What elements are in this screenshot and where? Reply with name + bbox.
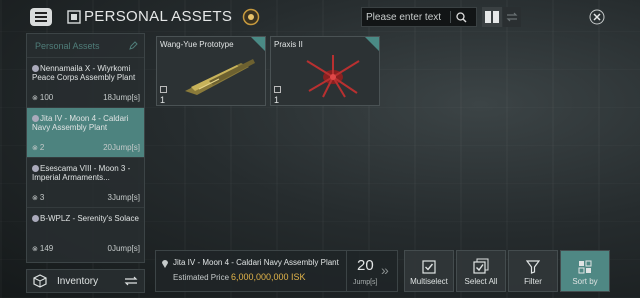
route-button[interactable]: 20 Jump[s] » <box>346 250 398 292</box>
location-item[interactable]: Nennamaila X - Wiyrkomi Peace Corps Asse… <box>27 58 144 108</box>
filter-button[interactable]: Filter <box>508 250 558 292</box>
multiselect-button[interactable]: Multiselect <box>404 250 454 292</box>
spider-ship-icon <box>306 55 360 98</box>
search-icon <box>455 11 466 22</box>
location-item[interactable]: B-WPLZ - Serenity's Solace 149 0Jump[s] <box>27 208 144 258</box>
assets-icon <box>67 10 81 24</box>
grid-view-toggle[interactable] <box>482 7 502 27</box>
search-box <box>361 7 477 27</box>
multiselect-label: Multiselect <box>410 277 448 286</box>
search-input[interactable] <box>362 11 450 23</box>
item-count: 2 <box>32 143 44 152</box>
inventory-button[interactable]: Inventory <box>26 269 145 293</box>
jump-count: 18Jump[s] <box>103 93 140 102</box>
location-name: Jita IV - Moon 4 - Caldari Navy Assembly… <box>32 114 129 132</box>
item-count: 149 <box>32 244 53 253</box>
station-icon <box>32 215 39 223</box>
asset-card[interactable]: Praxis II 1 <box>270 36 380 106</box>
item-count: 100 <box>32 93 53 102</box>
inventory-label: Inventory <box>57 275 99 287</box>
grid-view-icon <box>485 11 499 23</box>
location-item-selected[interactable]: Jita IV - Moon 4 - Caldari Navy Assembly… <box>27 108 144 158</box>
quantity-icon <box>274 86 281 93</box>
price-label: Estimated Price <box>173 273 230 282</box>
swap-icon <box>124 276 138 286</box>
quantity-icon <box>160 86 167 93</box>
select-all-button[interactable]: Select All <box>456 250 506 292</box>
select-all-icon <box>473 258 489 274</box>
sidebar-header: Personal Assets <box>27 34 144 58</box>
location-item[interactable]: Esescama VIII - Moon 3 - Imperial Armame… <box>27 158 144 208</box>
jumps-unit: Jump[s] <box>353 279 378 286</box>
sidebar-heading: Personal Assets <box>35 40 100 51</box>
inventory-icon <box>33 274 47 288</box>
item-count: 3 <box>32 193 44 202</box>
jumps-value: 20 <box>357 257 374 274</box>
jump-count: 3Jump[s] <box>107 193 140 202</box>
asset-quantity: 1 <box>160 95 166 105</box>
top-bar: PERSONAL ASSETS <box>0 0 640 34</box>
station-icon <box>32 165 39 173</box>
price-value: 6,000,000,000 ISK <box>231 272 306 282</box>
sort-by-button[interactable]: Sort by <box>560 250 610 292</box>
chevron-right-icon: » <box>381 262 389 278</box>
filter-icon <box>526 260 540 274</box>
location-name: Esescama VIII - Moon 3 - Imperial Armame… <box>32 164 131 182</box>
location-name: Nennamaila X - Wiyrkomi Peace Corps Asse… <box>32 64 136 82</box>
asset-card[interactable]: Wang-Yue Prototype 1 <box>156 36 266 106</box>
search-button[interactable] <box>451 8 471 26</box>
corner-badge <box>365 37 379 51</box>
list-view-toggle[interactable] <box>503 7 521 27</box>
hamburger-icon <box>35 12 47 22</box>
jump-count: 0Jump[s] <box>107 244 140 253</box>
select-all-label: Select All <box>464 277 498 286</box>
page-title: PERSONAL ASSETS <box>84 8 233 25</box>
close-button[interactable] <box>587 7 607 27</box>
swap-icon <box>506 12 518 22</box>
sort-icon <box>578 260 592 274</box>
location-name: B-WPLZ - Serenity's Solace <box>40 214 139 223</box>
asset-name: Praxis II <box>274 40 303 49</box>
station-icon <box>32 115 39 123</box>
edit-icon[interactable] <box>129 41 138 50</box>
sort-by-label: Sort by <box>572 277 598 286</box>
asset-name: Wang-Yue Prototype <box>160 40 234 49</box>
station-icon <box>32 65 39 73</box>
summary-location: Jita IV - Moon 4 - Caldari Navy Assembly… <box>173 258 339 267</box>
location-summary: Jita IV - Moon 4 - Caldari Navy Assembly… <box>155 250 360 292</box>
target-icon[interactable] <box>242 8 260 26</box>
checkbox-icon <box>422 260 436 274</box>
jump-count: 20Jump[s] <box>103 143 140 152</box>
close-icon <box>589 9 605 25</box>
asset-quantity: 1 <box>274 95 280 105</box>
menu-button[interactable] <box>30 8 52 26</box>
frigate-ship-icon <box>185 59 255 95</box>
corner-badge <box>251 37 265 51</box>
location-pin-icon <box>162 260 168 268</box>
filter-label: Filter <box>524 277 542 286</box>
location-sidebar: Personal Assets Nennamaila X - Wiyrkomi … <box>26 33 145 263</box>
